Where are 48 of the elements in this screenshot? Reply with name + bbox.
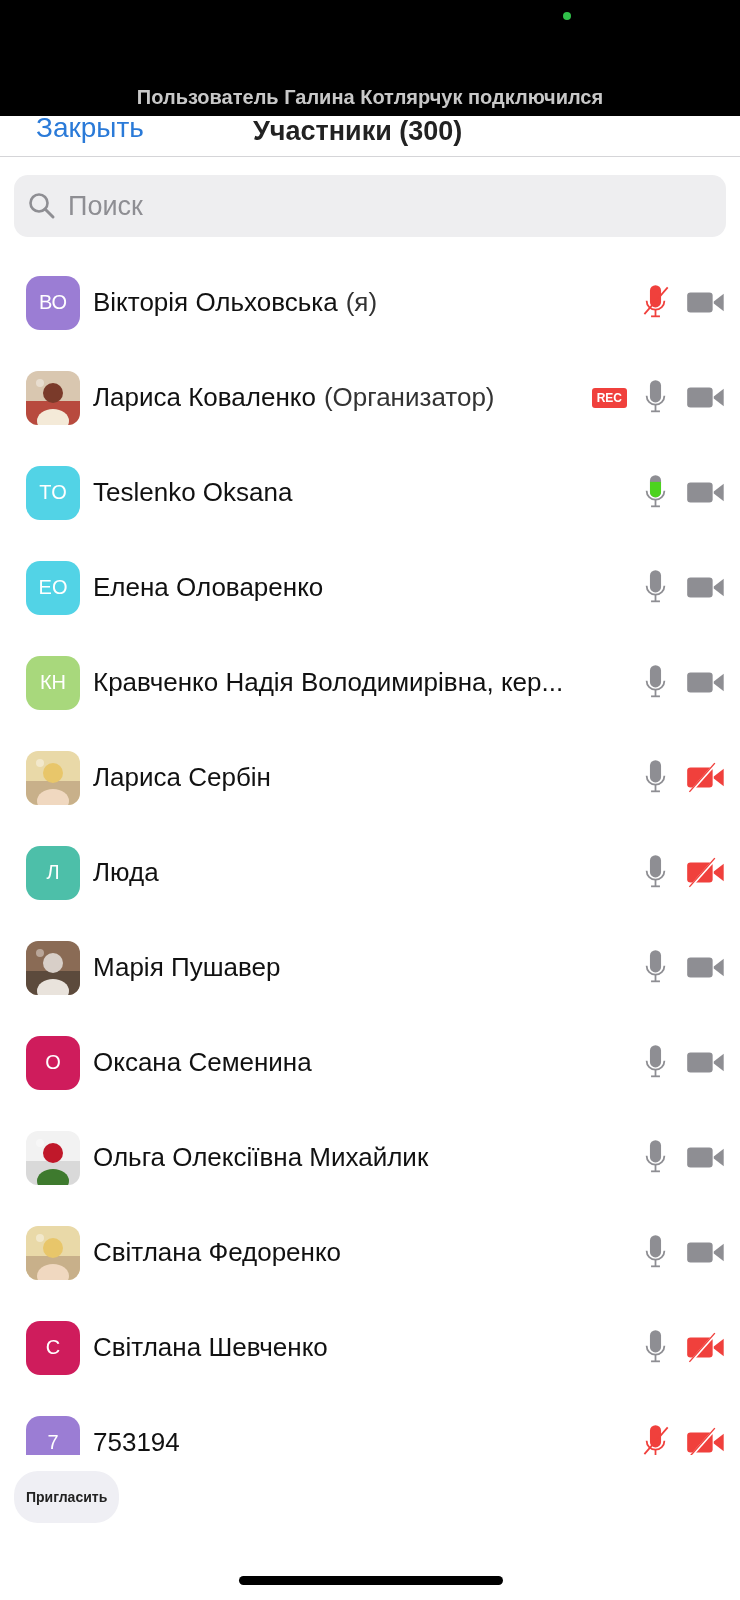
participant-row[interactable]: ЕО Елена Оловаренко xyxy=(0,540,740,635)
initials-avatar: TO xyxy=(26,465,80,520)
participant-name: Марія Пушавер xyxy=(93,952,281,983)
participant-role: (Организатор) xyxy=(323,382,495,413)
initials-avatar: КН xyxy=(26,655,80,710)
participant-row[interactable]: С Світлана Шевченко xyxy=(0,1300,740,1395)
participant-row[interactable]: Марія Пушавер xyxy=(0,920,740,1015)
search-field[interactable]: Поиск xyxy=(14,175,726,237)
participant-row[interactable]: Л Люда xyxy=(0,825,740,920)
participant-row[interactable]: 7 753194 xyxy=(0,1395,740,1455)
invite-button[interactable]: Пригласить xyxy=(14,1471,120,1523)
participant-row[interactable]: Світлана Федоренко xyxy=(0,1205,740,1300)
camera-off-icon[interactable] xyxy=(686,857,726,888)
initials-avatar: О xyxy=(26,1035,80,1090)
participant-name: Ольга Олексіївна Михайлик xyxy=(93,1142,429,1173)
muted-microphone-icon[interactable] xyxy=(641,1422,670,1455)
recording-badge: REC xyxy=(591,387,627,408)
notification-text: Пользователь Галина Котлярчук подключился xyxy=(135,86,605,109)
screen-title: Участники (300) xyxy=(253,116,463,147)
participant-name: Лариса Сербін xyxy=(93,762,271,793)
initials-avatar: ЕО xyxy=(26,560,80,615)
participant-row[interactable]: TO Teslenko Oksana xyxy=(0,445,740,540)
participant-name: Кравченко Надія Володимирівна, кер... xyxy=(93,667,564,698)
camera-off-icon[interactable] xyxy=(686,1427,726,1455)
participant-name: Вікторія Ольховська xyxy=(93,287,338,318)
participant-name: Люда xyxy=(93,857,159,888)
initials-avatar: Л xyxy=(26,845,80,900)
participant-row[interactable]: Лариса Коваленко (Организатор) REC xyxy=(0,350,740,445)
initials-avatar: 7 xyxy=(26,1415,80,1455)
participant-row[interactable]: Ольга Олексіївна Михайлик xyxy=(0,1110,740,1205)
participant-name: Teslenko Oksana xyxy=(93,477,293,508)
participant-name: Оксана Семенина xyxy=(93,1047,312,1078)
participant-name: Елена Оловаренко xyxy=(93,572,324,603)
camera-off-icon[interactable] xyxy=(686,762,726,793)
participant-name: Лариса Коваленко xyxy=(93,382,316,413)
participant-row[interactable]: Лариса Сербін xyxy=(0,730,740,825)
status-dot xyxy=(563,12,571,20)
participant-name: Світлана Шевченко xyxy=(93,1332,328,1363)
participant-row[interactable]: КН Кравченко Надія Володимирівна, кер... xyxy=(0,635,740,730)
participant-row[interactable]: ВО Вікторія Ольховська (я) xyxy=(0,255,740,350)
participant-role: (я) xyxy=(345,287,378,318)
participant-row[interactable]: О Оксана Семенина xyxy=(0,1015,740,1110)
participant-name: 753194 xyxy=(93,1427,180,1455)
camera-off-icon[interactable] xyxy=(686,1332,726,1363)
initials-avatar: С xyxy=(26,1320,80,1375)
close-link[interactable]: Закрыть xyxy=(36,112,144,144)
initials-avatar: ВО xyxy=(26,275,80,330)
participant-name: Світлана Федоренко xyxy=(93,1237,342,1268)
